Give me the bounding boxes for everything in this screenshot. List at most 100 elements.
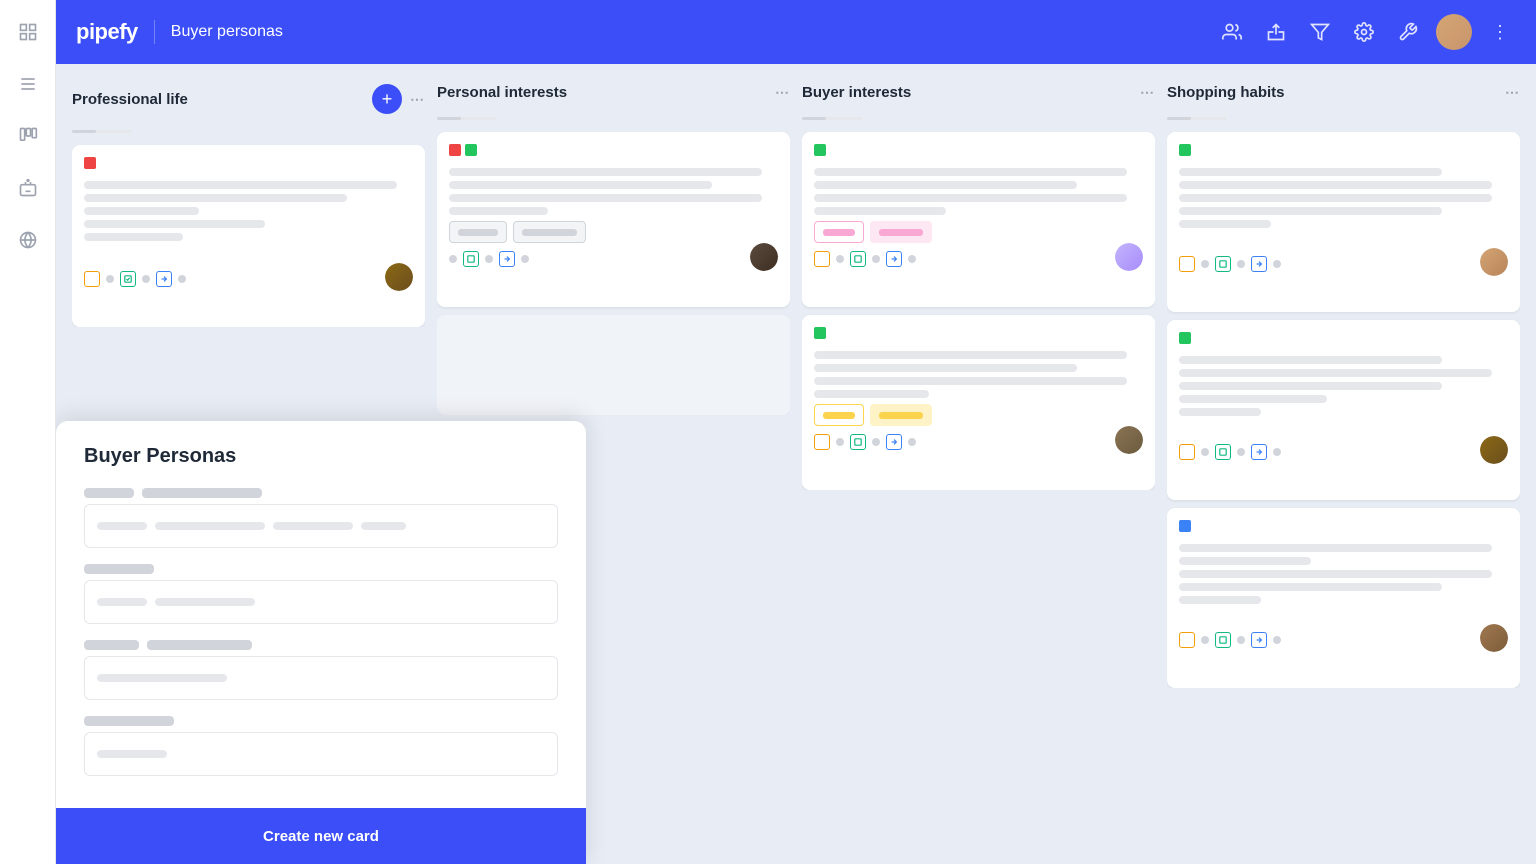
form-label-row-1 xyxy=(84,488,558,498)
card-icon-orange xyxy=(1179,632,1195,648)
settings-icon[interactable] xyxy=(1348,16,1380,48)
card-icon-orange xyxy=(814,434,830,450)
card-5[interactable] xyxy=(1167,132,1520,312)
card-2b[interactable] xyxy=(437,315,790,415)
header-left: pipefy Buyer personas xyxy=(76,19,283,45)
column-progress-fill xyxy=(72,130,96,133)
column-menu-personal-interests[interactable]: ⋯ xyxy=(775,84,790,101)
form-input-2[interactable] xyxy=(84,580,558,624)
card-dot xyxy=(1237,636,1245,644)
sidebar-item-grid[interactable] xyxy=(12,16,44,48)
card-badges-2 xyxy=(449,221,778,243)
create-card-form: Buyer Personas xyxy=(56,421,586,864)
create-card-button[interactable]: Create new card xyxy=(56,808,586,864)
card-dot xyxy=(1201,260,1209,268)
card-line xyxy=(1179,207,1442,215)
card-dot xyxy=(142,275,150,283)
card-dot xyxy=(178,275,186,283)
card-tags-7 xyxy=(1179,520,1508,538)
card-line xyxy=(814,207,946,215)
card-7[interactable] xyxy=(1167,508,1520,688)
sidebar-item-globe[interactable] xyxy=(12,224,44,256)
column-header-personal-interests: Personal interests ⋯ xyxy=(437,80,790,109)
card-line xyxy=(1179,220,1271,228)
card-line xyxy=(1179,596,1261,604)
card-tags-6 xyxy=(1179,332,1508,350)
sidebar-item-list[interactable] xyxy=(12,68,44,100)
card-tag-green xyxy=(814,327,826,339)
header-title: Buyer personas xyxy=(171,23,283,41)
card-footer-1 xyxy=(84,271,413,287)
sidebar xyxy=(0,0,56,864)
card-badge-pink-outline xyxy=(814,221,864,243)
card-avatar-6 xyxy=(1480,436,1508,464)
card-line xyxy=(449,181,712,189)
card-icon-blue xyxy=(886,434,902,450)
card-icon-green xyxy=(850,434,866,450)
column-menu-shopping-habits[interactable]: ⋯ xyxy=(1505,84,1520,101)
card-1[interactable] xyxy=(72,145,425,327)
members-icon[interactable] xyxy=(1216,16,1248,48)
card-2[interactable] xyxy=(437,132,790,307)
column-header-professional-life: Professional life + ⋯ xyxy=(72,80,425,122)
filter-icon[interactable] xyxy=(1304,16,1336,48)
card-dot xyxy=(1201,636,1209,644)
card-badges-4 xyxy=(814,404,1143,426)
column-title-buyer-interests: Buyer interests xyxy=(802,84,1132,101)
card-icon-green xyxy=(1215,444,1231,460)
form-label-block xyxy=(84,640,139,650)
column-title-personal-interests: Personal interests xyxy=(437,84,767,101)
sidebar-item-bot[interactable] xyxy=(12,172,44,204)
share-icon[interactable] xyxy=(1260,16,1292,48)
wrench-icon[interactable] xyxy=(1392,16,1424,48)
form-input-3[interactable] xyxy=(84,656,558,700)
card-footer-4 xyxy=(814,434,1143,450)
card-line xyxy=(84,220,265,228)
card-line xyxy=(84,207,199,215)
card-6[interactable] xyxy=(1167,320,1520,500)
card-icon-orange xyxy=(1179,256,1195,272)
card-3[interactable] xyxy=(802,132,1155,307)
form-field-2 xyxy=(84,564,558,624)
card-line xyxy=(814,194,1127,202)
form-field-1 xyxy=(84,488,558,548)
form-label-row-2 xyxy=(84,564,558,574)
card-dot xyxy=(908,438,916,446)
sidebar-item-kanban[interactable] xyxy=(12,120,44,152)
column-cards-shopping-habits xyxy=(1167,132,1520,688)
card-tag-green xyxy=(465,144,477,156)
card-line xyxy=(449,168,762,176)
column-menu-professional-life[interactable]: ⋯ xyxy=(410,91,425,108)
card-tag-red xyxy=(84,157,96,169)
column-add-btn-professional-life[interactable]: + xyxy=(372,84,402,114)
card-line xyxy=(84,194,347,202)
column-title-professional-life: Professional life xyxy=(72,91,364,108)
card-tags-4 xyxy=(814,327,1143,345)
card-icon-blue xyxy=(1251,256,1267,272)
card-line xyxy=(449,194,762,202)
form-input-1[interactable] xyxy=(84,504,558,548)
column-header-buyer-interests: Buyer interests ⋯ xyxy=(802,80,1155,109)
card-line xyxy=(814,390,929,398)
user-avatar[interactable] xyxy=(1436,14,1472,50)
form-field-4 xyxy=(84,716,558,776)
card-badge xyxy=(449,221,507,243)
header-more-menu[interactable]: ⋮ xyxy=(1484,16,1516,48)
form-body: Buyer Personas xyxy=(56,421,586,808)
column-menu-buyer-interests[interactable]: ⋯ xyxy=(1140,84,1155,101)
card-dot xyxy=(1201,448,1209,456)
column-header-shopping-habits: Shopping habits ⋯ xyxy=(1167,80,1520,109)
card-line xyxy=(814,351,1127,359)
card-dot xyxy=(836,438,844,446)
card-line xyxy=(1179,181,1492,189)
card-4[interactable] xyxy=(802,315,1155,490)
card-dot xyxy=(1273,636,1281,644)
card-dot xyxy=(1237,260,1245,268)
card-icon-orange xyxy=(814,251,830,267)
card-tag-green xyxy=(814,144,826,156)
form-label-block xyxy=(84,564,154,574)
card-line xyxy=(84,181,397,189)
card-footer-3 xyxy=(814,251,1143,267)
form-input-4[interactable] xyxy=(84,732,558,776)
header: pipefy Buyer personas xyxy=(56,0,1536,64)
